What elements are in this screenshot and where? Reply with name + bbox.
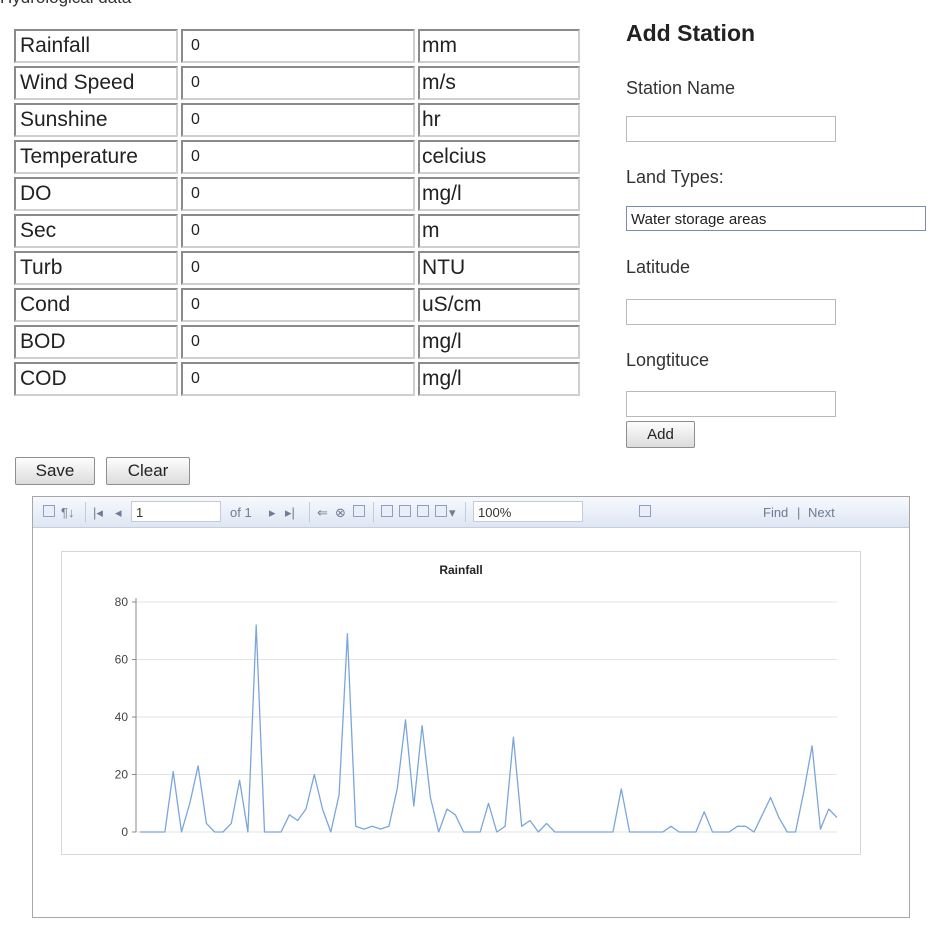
zoom-dropdown-icon[interactable] (639, 505, 651, 517)
chart-title: Rainfall (439, 563, 482, 577)
land-types-label: Land Types: (626, 167, 724, 187)
find-link[interactable]: Find (763, 505, 788, 520)
parameter-name: BOD (14, 325, 178, 359)
print-layout-icon[interactable] (399, 505, 411, 517)
add-station-title: Add Station (626, 20, 756, 46)
parameter-value-input[interactable] (191, 31, 413, 61)
parameter-row: Temperature celcius (14, 140, 580, 174)
refresh-icon[interactable] (353, 505, 365, 517)
parameter-name: DO (14, 177, 178, 211)
parameter-value-input[interactable] (191, 105, 413, 135)
parameter-row: Sunshine hr (14, 103, 580, 137)
parameter-row: COD mg/l (14, 362, 580, 396)
parameter-name: COD (14, 362, 178, 396)
save-button[interactable]: Save (15, 457, 95, 485)
y-tick-label: 80 (115, 595, 129, 609)
y-tick-label: 40 (115, 710, 129, 724)
parameter-name: Turb (14, 251, 178, 285)
next-page-icon[interactable]: ▸ (269, 505, 276, 521)
report-viewer: ¶↓ |◂ ◂ 1 of 1 ▸ ▸| ⇐ ⊗ ▾ 100% Find | Ne… (32, 496, 910, 918)
parameter-row: Cond uS/cm (14, 288, 580, 322)
page-heading: Hydrological data (0, 0, 131, 8)
parameter-unit: NTU (418, 251, 580, 285)
next-link[interactable]: Next (808, 505, 835, 520)
page-setup-icon[interactable] (417, 505, 429, 517)
parameter-row: BOD mg/l (14, 325, 580, 359)
latitude-label: Latitude (626, 257, 691, 277)
parameter-value-input[interactable] (191, 327, 413, 357)
export-dropdown-icon[interactable]: ▾ (449, 505, 456, 521)
parameter-row: Sec m (14, 214, 580, 248)
y-tick-label: 20 (115, 768, 129, 782)
longitude-label: Longtituce (626, 350, 710, 370)
parameter-name: Sunshine (14, 103, 178, 137)
parameter-unit: m/s (418, 66, 580, 100)
y-tick-label: 60 (115, 653, 129, 667)
parameter-name: Wind Speed (14, 66, 178, 100)
parameter-unit: mg/l (418, 325, 580, 359)
page-count: of 1 (230, 505, 252, 520)
parameter-value-input[interactable] (191, 216, 413, 246)
previous-page-icon[interactable]: ◂ (115, 505, 122, 521)
toolbar-separator (85, 502, 86, 522)
series-line (140, 624, 838, 833)
report-toolbar: ¶↓ |◂ ◂ 1 of 1 ▸ ▸| ⇐ ⊗ ▾ 100% Find | Ne… (33, 497, 909, 528)
toolbar-separator (309, 502, 310, 522)
parameter-row: Rainfall mm (14, 29, 580, 63)
parameter-name: Temperature (14, 140, 178, 174)
parameter-value-input[interactable] (191, 68, 413, 98)
document-map-icon[interactable] (43, 505, 55, 517)
parameter-value-input[interactable] (191, 290, 413, 320)
parameter-row: Wind Speed m/s (14, 66, 580, 100)
find-separator: | (797, 505, 801, 520)
latitude-input[interactable] (626, 299, 836, 325)
toolbar-separator (465, 502, 466, 522)
toolbar-separator (373, 502, 374, 522)
parameter-row: DO mg/l (14, 177, 580, 211)
back-icon[interactable]: ⇐ (317, 505, 328, 521)
last-page-icon[interactable]: ▸| (285, 505, 295, 521)
parameter-name: Rainfall (14, 29, 178, 63)
parameter-unit: mg/l (418, 362, 580, 396)
stop-icon[interactable]: ⊗ (335, 505, 346, 521)
parameter-unit: hr (418, 103, 580, 137)
station-name-label: Station Name (626, 78, 736, 98)
parameter-unit: celcius (418, 140, 580, 174)
parameter-name: Cond (14, 288, 178, 322)
parameter-name: Sec (14, 214, 178, 248)
station-name-input[interactable] (626, 116, 836, 142)
parameter-unit: m (418, 214, 580, 248)
parameter-table: RainfallmmWind Speedm/sSunshinehrTempera… (11, 26, 583, 399)
zoom-select[interactable]: 100% (473, 501, 583, 522)
parameter-unit: uS/cm (418, 288, 580, 322)
parameter-unit: mm (418, 29, 580, 63)
clear-button[interactable]: Clear (106, 457, 190, 485)
print-icon[interactable] (381, 505, 393, 517)
parameter-row: Turb NTU (14, 251, 580, 285)
parameter-value-input[interactable] (191, 364, 413, 394)
parameters-icon[interactable]: ¶↓ (61, 505, 74, 520)
export-icon[interactable] (435, 505, 447, 517)
y-tick-label: 0 (121, 825, 128, 839)
parameter-value-input[interactable] (191, 179, 413, 209)
first-page-icon[interactable]: |◂ (93, 505, 103, 521)
rainfall-chart: Rainfall 0 20 40 60 80 (61, 551, 861, 855)
longitude-input[interactable] (626, 391, 836, 417)
add-station-button[interactable]: Add (626, 421, 695, 448)
parameter-value-input[interactable] (191, 142, 413, 172)
land-types-select[interactable]: Water storage areas (626, 206, 926, 231)
parameter-unit: mg/l (418, 177, 580, 211)
parameter-value-input[interactable] (191, 253, 413, 283)
rainfall-chart-svg: Rainfall 0 20 40 60 80 (115, 563, 838, 839)
page-number-input[interactable]: 1 (131, 501, 221, 522)
